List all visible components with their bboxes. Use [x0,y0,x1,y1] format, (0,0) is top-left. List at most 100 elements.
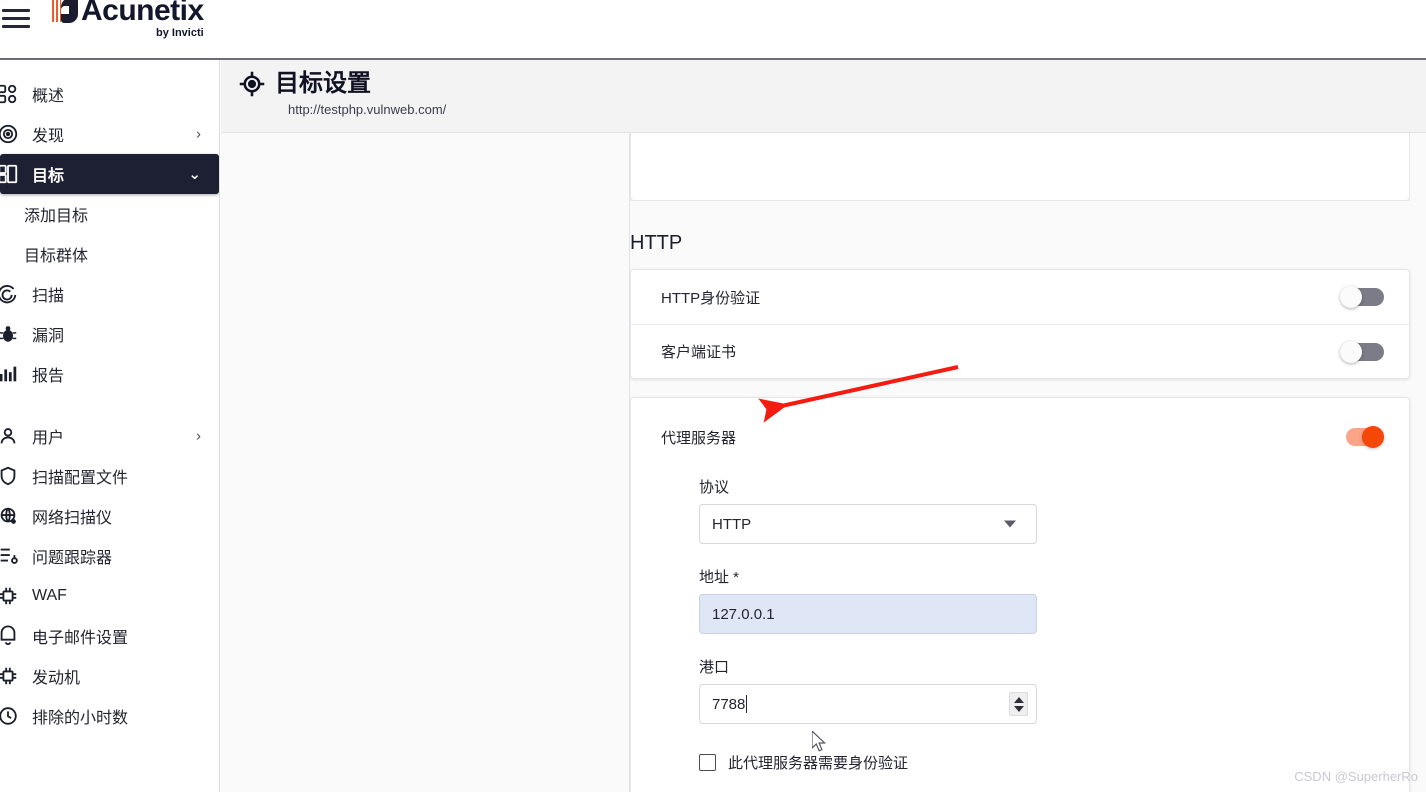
port-label: 港口 [699,659,730,676]
chevron-down-icon [1004,520,1016,528]
sidebar-item-label: 发动机 [32,670,81,687]
sidebar-item-label: 问题跟踪器 [32,550,113,567]
sidebar-item-targets[interactable]: 目标 ⌄ [0,154,219,194]
sidebar-item-label: 报告 [32,368,65,385]
clock-icon [0,705,20,727]
proxy-auth-checkbox-label: 此代理服务器需要身份验证 [728,755,909,772]
proxy-server-label: 代理服务器 [661,429,737,447]
stepper-down-icon[interactable] [1013,705,1024,712]
watermark: CSDN @SuperherRo [1294,769,1418,784]
address-input[interactable]: 127.0.0.1 [699,594,1037,634]
sidebar-item-scans[interactable]: 扫描 [0,274,219,314]
sidebar-item-label: 漏洞 [32,328,65,345]
client-certificate-row: 客户端证书 [631,324,1409,378]
proxy-header-row: 代理服务器 [631,398,1409,476]
sidebar-item-label: 目标群体 [24,248,89,265]
http-auth-row: HTTP身份验证 [631,270,1409,324]
waf-icon [0,585,20,607]
port-value: 7788 [712,695,746,713]
protocol-value: HTTP [712,515,752,533]
user-icon [0,425,20,447]
sidebar-item-label: 目标 [32,168,65,185]
settings-right-pane: HTTP HTTP身份验证 客户端证书 代理服务器 协议 HTTP 地址 * 1… [630,133,1426,792]
sidebar-item-network-scanner[interactable]: 网络扫描仪 [0,496,219,536]
content-split: HTTP HTTP身份验证 客户端证书 代理服务器 协议 HTTP 地址 * 1… [221,133,1426,792]
text-caret [746,695,748,713]
port-input[interactable]: 7788 [699,684,1037,724]
proxy-fields: 协议 HTTP 地址 * 127.0.0.1 港口 7788 [631,476,1409,724]
sidebar-item-waf[interactable]: WAF [0,576,219,616]
main-content: 目标设置 http://testphp.vulnweb.com/ HTTP HT… [221,60,1426,792]
settings-left-pane [221,133,630,792]
brand-subtitle: by Invicti [156,27,204,39]
target-circle-icon [0,123,20,145]
sidebar-item-label: 用户 [32,430,65,447]
page-url: http://testphp.vulnweb.com/ [288,102,447,117]
http-section-heading: HTTP [630,232,683,254]
sidebar-item-vulnerabilities[interactable]: 漏洞 [0,314,219,354]
page-header: 目标设置 http://testphp.vulnweb.com/ [221,60,1426,133]
protocol-field: 协议 HTTP [699,476,1409,544]
stepper-up-icon[interactable] [1013,696,1024,703]
sidebar-item-label: 扫描配置文件 [32,470,129,487]
app-root: Acunetix by Invicti 概述 发现 › 目标 ⌄ 添加目标 目标… [0,0,1426,792]
client-certificate-toggle[interactable] [1340,340,1384,363]
stepper-icon[interactable] [1009,692,1028,716]
sidebar-item-excluded-hours[interactable]: 排除的小时数 [0,696,219,736]
mail-icon [0,625,20,647]
targets-icon [0,163,20,185]
proxy-auth-checkbox[interactable] [699,754,716,771]
proxy-server-toggle[interactable] [1340,426,1384,448]
sidebar-item-target-groups[interactable]: 目标群体 [0,234,219,274]
proxy-card: 代理服务器 协议 HTTP 地址 * 127.0.0.1 港口 7788 此代理… [630,397,1410,792]
address-field: 地址 * 127.0.0.1 [699,566,1409,634]
sidebar-item-label: 发现 [32,128,65,145]
brand-name: Acunetix [81,0,204,27]
network-scanner-icon [0,505,20,527]
sidebar: 概述 发现 › 目标 ⌄ 添加目标 目标群体 扫描 漏洞 报告 用户 › 扫描配… [0,60,220,792]
page-title: 目标设置 [275,70,371,97]
sidebar-item-users[interactable]: 用户 › [0,416,219,456]
sidebar-item-reports[interactable]: 报告 [0,354,219,394]
sidebar-item-label: 排除的小时数 [32,710,129,727]
client-certificate-label: 客户端证书 [661,344,737,361]
http-auth-label: HTTP身份验证 [661,289,761,307]
hamburger-bar [2,8,30,12]
sidebar-item-label: 网络扫描仪 [32,510,113,527]
sidebar-divider-gap [0,394,219,416]
address-value: 127.0.0.1 [712,605,775,623]
port-field: 港口 7788 [699,656,1409,724]
sidebar-item-discovery[interactable]: 发现 › [0,114,219,154]
proxy-auth-checkbox-row[interactable]: 此代理服务器需要身份验证 [631,752,1409,773]
issue-tracker-icon [0,545,20,567]
sidebar-item-label: 添加目标 [24,208,89,225]
chevron-down-icon: ⌄ [188,166,201,183]
sidebar-item-overview[interactable]: 概述 [0,74,219,114]
scan-icon [0,283,20,305]
sidebar-item-scan-profiles[interactable]: 扫描配置文件 [0,456,219,496]
top-bar: Acunetix by Invicti [0,0,1426,60]
sidebar-item-label: WAF [32,587,67,604]
shield-icon [0,465,20,487]
sidebar-item-engines[interactable]: 发动机 [0,656,219,696]
protocol-select[interactable]: HTTP [699,504,1037,544]
address-label: 地址 * [699,569,740,586]
protocol-label: 协议 [699,479,730,496]
scrolled-card-above [630,133,1410,201]
chevron-right-icon: › [196,427,201,445]
http-auth-toggle[interactable] [1340,286,1384,308]
acunetix-logo-icon [52,0,78,25]
hamburger-icon[interactable] [2,5,36,31]
brand-logo[interactable]: Acunetix by Invicti [52,0,204,39]
sidebar-item-issue-trackers[interactable]: 问题跟踪器 [0,536,219,576]
sidebar-item-add-target[interactable]: 添加目标 [0,194,219,234]
bug-icon [0,323,20,345]
http-card: HTTP身份验证 客户端证书 [630,269,1410,379]
hamburger-bar [2,16,30,20]
sidebar-item-label: 扫描 [32,288,65,305]
hamburger-bar [2,24,30,28]
dashboard-icon [0,83,20,105]
target-icon [238,70,266,98]
engine-icon [0,665,20,687]
sidebar-item-email-settings[interactable]: 电子邮件设置 [0,616,219,656]
